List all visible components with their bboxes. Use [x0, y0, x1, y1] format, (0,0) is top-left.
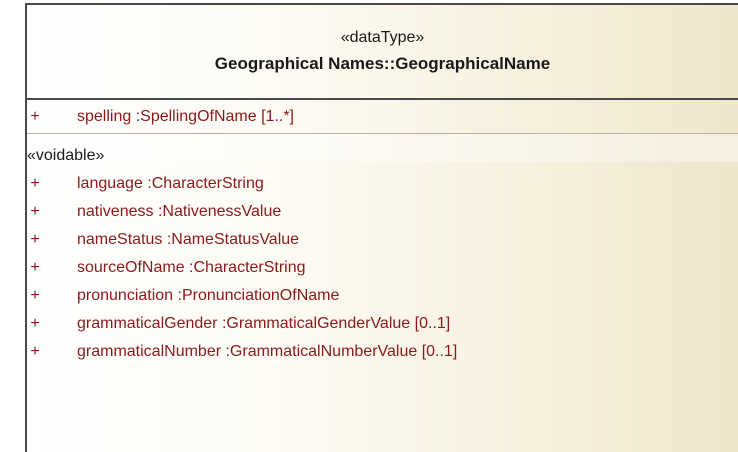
visibility-marker: + — [30, 287, 40, 304]
visibility-marker: + — [30, 175, 40, 192]
attribute-text: spelling :SpellingOfName [1..*] — [77, 108, 294, 125]
voidable-band — [27, 134, 738, 162]
stereotype-label: «dataType» — [340, 29, 425, 46]
visibility-marker: + — [30, 259, 40, 276]
visibility-marker: + — [30, 315, 40, 332]
attribute-text: nameStatus :NameStatusValue — [77, 231, 300, 248]
visibility-marker: + — [30, 108, 40, 125]
visibility-marker: + — [30, 203, 40, 220]
attributes-compartment: + spelling :SpellingOfName [1..*] — [27, 100, 738, 134]
visibility-marker: + — [30, 231, 40, 248]
attribute-text: sourceOfName :CharacterString — [77, 259, 306, 276]
attribute-text: grammaticalNumber :GrammaticalNumberValu… — [77, 343, 458, 360]
attribute-text: nativeness :NativenessValue — [77, 203, 282, 220]
voidable-group-label: «voidable» — [27, 147, 105, 164]
attribute-text: pronunciation :PronunciationOfName — [77, 287, 340, 304]
uml-class-box[interactable]: «dataType» Geographical Names::Geographi… — [25, 3, 738, 452]
attribute-text: language :CharacterString — [77, 175, 264, 192]
attribute-text: grammaticalGender :GrammaticalGenderValu… — [77, 315, 451, 332]
class-header: «dataType» Geographical Names::Geographi… — [27, 5, 738, 100]
visibility-marker: + — [30, 343, 40, 360]
class-name: Geographical Names::GeographicalName — [214, 54, 551, 73]
